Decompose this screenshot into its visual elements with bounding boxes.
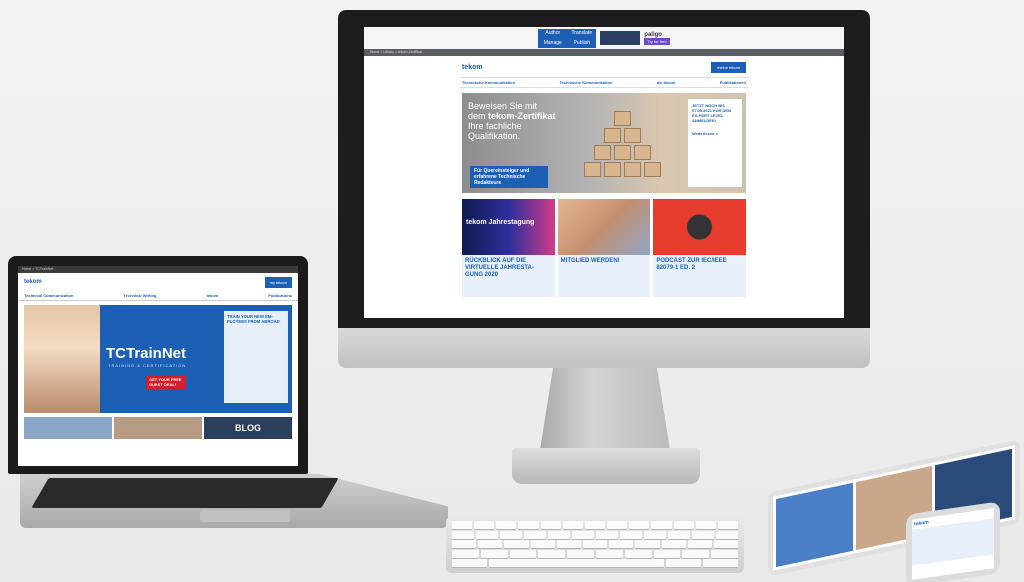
tile-title: MITGLIED WERDEN!	[560, 258, 620, 264]
woman-photo	[24, 305, 100, 413]
hero-line-bold: tekom-Zertifikat	[488, 111, 556, 121]
my-tekom-button[interactable]: my tekom	[264, 276, 292, 288]
tctrainnet-brand: TCTrainNet	[106, 345, 187, 362]
hero-badge: Für Quereinsteiger und erfahrene Technis…	[470, 166, 548, 188]
headphones-photo	[653, 199, 747, 255]
nav-item[interactable]: die tekom	[657, 80, 676, 85]
guest-deal-button[interactable]: GET YOUR FREE GUEST DEAL!	[146, 375, 186, 389]
tablet-tile	[776, 482, 853, 568]
site-nav: Technical Communication Technical Writin…	[18, 291, 298, 301]
teaser-tiles: tekom Jahrestagung RÜCKBLICK AUF DIE VIR…	[462, 199, 747, 297]
site-header: tekom my tekom	[18, 273, 298, 291]
laptop-trackpad	[200, 510, 290, 522]
hero-line: Beweisen Sie mit	[468, 101, 538, 111]
meine-tekom-button[interactable]: meine tekom	[711, 61, 746, 73]
wooden-cubes-image	[582, 103, 662, 188]
video-label: tekom Jahrestagung	[466, 219, 535, 226]
teaser-thumb[interactable]	[24, 417, 112, 439]
nav-item[interactable]: Publikationen	[720, 80, 746, 85]
laptop-keyboard	[31, 478, 339, 508]
nav-item[interactable]: Publications	[268, 293, 292, 298]
hero-banner[interactable]: Beweisen Sie mit dem tekom-Zertifikat Ih…	[462, 93, 746, 193]
hero-headline: Beweisen Sie mit dem tekom-Zertifikat Ih…	[468, 101, 588, 141]
brand-subtitle: TRAINING & CERTIFICATION	[108, 363, 187, 368]
hero-line: Qualifikation.	[468, 131, 521, 141]
ad-grid-item: Translate	[571, 30, 593, 37]
group-photo	[557, 199, 651, 255]
hero-card[interactable]: TRAIN YOUR NEW EM-PLOYEES FROM ABROAD	[224, 311, 288, 403]
ad-cta-button[interactable]: Try for free	[644, 37, 670, 45]
ad-banner[interactable]: Author Translate Manage Publish paligo T…	[364, 27, 844, 49]
tile-title: PODCAST ZUR IEC/IEEE 82079-1 ED. 2	[656, 258, 727, 271]
hero-line: Ihre fachliche	[468, 121, 522, 131]
ad-screenshot	[600, 31, 641, 45]
teaser-strip: BLOG	[24, 417, 292, 439]
nav-item[interactable]: Technical Communication	[24, 293, 74, 298]
nav-item[interactable]: Technical Writing	[123, 293, 156, 298]
teaser-tile[interactable]: MITGLIED WERDEN!	[557, 199, 651, 297]
ad-brand: paligo Try for free	[644, 32, 670, 45]
ad-grid: Author Translate Manage Publish	[538, 28, 597, 48]
site-header: tekom meine tekom	[460, 60, 748, 74]
wireless-keyboard	[446, 517, 744, 573]
blog-teaser[interactable]: BLOG	[204, 417, 292, 439]
phone-device: tekom	[906, 501, 1000, 582]
teaser-tile[interactable]: PODCAST ZUR IEC/IEEE 82079-1 ED. 2	[653, 199, 747, 297]
imac-chin	[338, 328, 870, 368]
site-nav: Technische Kommunikation Technische Komm…	[460, 77, 748, 88]
tile-title: RÜCKBLICK AUF DIE VIRTUELLE JAHRESTA-GUN…	[465, 258, 534, 278]
hero-line-prefix: dem	[468, 111, 489, 121]
breadcrumb: Home > Library > tekom Zertifikat	[364, 49, 844, 56]
hero-card-title: TRAIN YOUR NEW EM-PLOYEES FROM ABROAD	[227, 314, 280, 324]
hero-card-title: JETZT NOCH BIS 07.05.2021 FÜR DEN EX-PER…	[692, 103, 731, 123]
video-thumbnail[interactable]: tekom Jahrestagung	[462, 199, 555, 255]
imac-display: Author Translate Manage Publish paligo T…	[338, 10, 870, 328]
hero-card-link[interactable]: Weiterlesen >	[692, 131, 738, 136]
hero-line: dem tekom-Zertifikat	[468, 111, 588, 121]
imac-screen: Author Translate Manage Publish paligo T…	[364, 27, 844, 318]
imac-stand-neck	[540, 368, 670, 450]
nav-item[interactable]: Technische Kommunikation	[559, 80, 612, 85]
breadcrumb: Home > TCTrainNet	[18, 266, 298, 273]
ad-grid-item: Manage	[543, 39, 562, 46]
tekom-logo[interactable]: tekom	[462, 64, 483, 71]
ad-grid-item: Publish	[573, 39, 590, 46]
teaser-thumb[interactable]	[114, 417, 202, 439]
hero-banner[interactable]: TCTrainNet TRAINING & CERTIFICATION GET …	[24, 305, 292, 413]
ad-grid-item: Author	[545, 30, 561, 37]
laptop-screen: Home > TCTrainNet tekom my tekom Technic…	[18, 266, 298, 466]
imac-stand-foot	[512, 448, 700, 484]
teaser-tile[interactable]: tekom Jahrestagung RÜCKBLICK AUF DIE VIR…	[462, 199, 555, 297]
hero-card[interactable]: JETZT NOCH BIS 07.05.2021 FÜR DEN EX-PER…	[688, 99, 742, 187]
tekom-site: tekom meine tekom Technische Kommunikati…	[460, 60, 748, 318]
nav-item[interactable]: Technische Kommunikation	[462, 80, 515, 85]
phone-screen: tekom	[912, 508, 994, 580]
nav-item[interactable]: tekom	[206, 293, 218, 298]
tekom-logo[interactable]: tekom	[24, 279, 42, 285]
device-mockup-scene: Author Translate Manage Publish paligo T…	[0, 0, 1024, 582]
laptop-display: Home > TCTrainNet tekom my tekom Technic…	[8, 256, 308, 474]
